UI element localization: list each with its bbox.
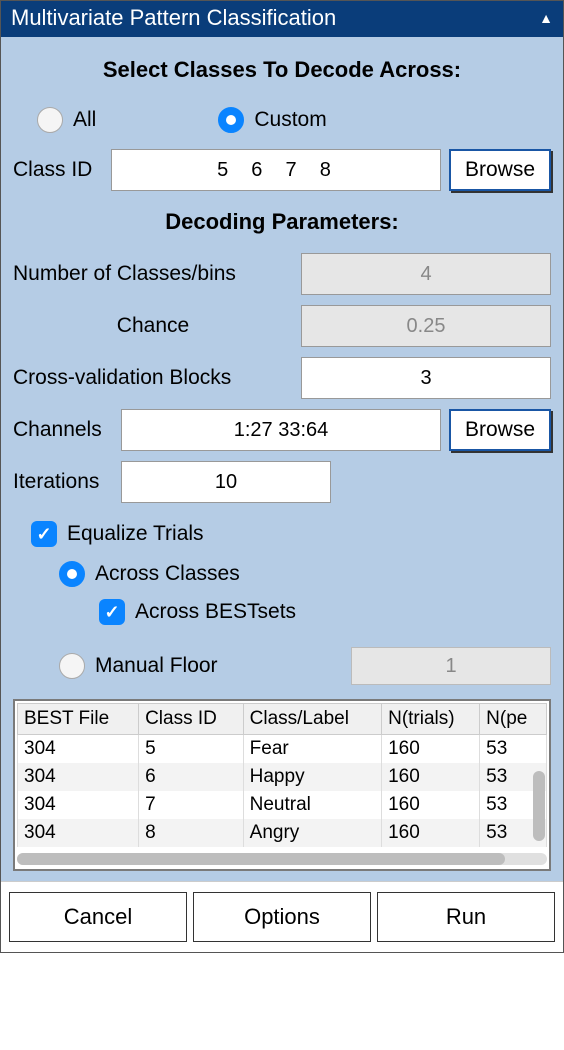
class-id-browse-button[interactable]: Browse xyxy=(449,149,551,191)
radio-custom-label: Custom xyxy=(254,108,326,132)
manual-floor-radio[interactable] xyxy=(59,653,85,679)
table-vscroll-thumb[interactable] xyxy=(533,771,545,841)
chance-input xyxy=(301,305,551,347)
cv-label: Cross-validation Blocks xyxy=(13,366,293,390)
manual-floor-input xyxy=(351,647,551,685)
window-title: Multivariate Pattern Classification xyxy=(11,5,336,31)
table-row[interactable]: 3046Happy16053 xyxy=(18,763,547,791)
table-cell: Angry xyxy=(243,819,381,847)
manual-floor-label: Manual Floor xyxy=(95,654,218,678)
across-bestsets-check[interactable]: ✓ xyxy=(99,599,125,625)
radio-custom-row[interactable]: Custom xyxy=(218,107,326,133)
chance-label: Chance xyxy=(13,314,293,338)
collapse-icon[interactable]: ▲ xyxy=(539,10,553,26)
across-bestsets-label: Across BESTsets xyxy=(135,600,296,624)
content-panel: Select Classes To Decode Across: All Cus… xyxy=(1,37,563,881)
table-cell: 53 xyxy=(480,735,547,764)
across-bestsets-row[interactable]: ✓ Across BESTsets xyxy=(99,599,551,625)
equalize-trials-check[interactable]: ✓ xyxy=(31,521,57,547)
across-classes-radio[interactable] xyxy=(59,561,85,587)
table-hscroll-thumb[interactable] xyxy=(17,853,505,865)
table-header[interactable]: N(trials) xyxy=(382,704,480,735)
table-hscroll[interactable] xyxy=(17,853,547,865)
radio-all-label: All xyxy=(73,108,96,132)
across-classes-row[interactable]: Across Classes xyxy=(59,561,551,587)
table-header[interactable]: Class/Label xyxy=(243,704,381,735)
params-heading: Decoding Parameters: xyxy=(13,209,551,235)
trials-table-wrap: BEST FileClass IDClass/LabelN(trials)N(p… xyxy=(13,699,551,871)
table-cell: 5 xyxy=(139,735,244,764)
table-cell: 304 xyxy=(18,763,139,791)
channels-input[interactable] xyxy=(121,409,441,451)
radio-all-row[interactable]: All xyxy=(37,107,96,133)
iterations-input[interactable] xyxy=(121,461,331,503)
table-cell: Neutral xyxy=(243,791,381,819)
run-button[interactable]: Run xyxy=(377,892,555,942)
table-cell: 160 xyxy=(382,819,480,847)
cancel-button[interactable]: Cancel xyxy=(9,892,187,942)
options-button[interactable]: Options xyxy=(193,892,371,942)
table-cell: 7 xyxy=(139,791,244,819)
manual-floor-row[interactable]: Manual Floor xyxy=(59,653,218,679)
num-classes-label: Number of Classes/bins xyxy=(13,262,293,286)
table-cell: 8 xyxy=(139,819,244,847)
table-cell: 160 xyxy=(382,791,480,819)
table-row[interactable]: 3045Fear16053 xyxy=(18,735,547,764)
mvpa-window: Multivariate Pattern Classification ▲ Se… xyxy=(0,0,564,953)
channels-label: Channels xyxy=(13,418,113,442)
trials-table[interactable]: BEST FileClass IDClass/LabelN(trials)N(p… xyxy=(17,703,547,847)
table-row[interactable]: 3047Neutral16053 xyxy=(18,791,547,819)
table-header[interactable]: Class ID xyxy=(139,704,244,735)
table-cell: 304 xyxy=(18,735,139,764)
cv-input[interactable] xyxy=(301,357,551,399)
class-id-input[interactable] xyxy=(111,149,441,191)
iterations-label: Iterations xyxy=(13,470,113,494)
num-classes-input xyxy=(301,253,551,295)
class-id-label: Class ID xyxy=(13,158,103,182)
titlebar[interactable]: Multivariate Pattern Classification ▲ xyxy=(1,1,563,37)
across-classes-label: Across Classes xyxy=(95,562,240,586)
equalize-trials-label: Equalize Trials xyxy=(67,522,204,546)
radio-all[interactable] xyxy=(37,107,63,133)
classes-heading: Select Classes To Decode Across: xyxy=(13,57,551,83)
table-cell: Fear xyxy=(243,735,381,764)
table-cell: 304 xyxy=(18,819,139,847)
table-cell: 6 xyxy=(139,763,244,791)
radio-custom[interactable] xyxy=(218,107,244,133)
table-row[interactable]: 3048Angry16053 xyxy=(18,819,547,847)
table-header[interactable]: BEST File xyxy=(18,704,139,735)
table-cell: 160 xyxy=(382,735,480,764)
table-cell: 304 xyxy=(18,791,139,819)
channels-browse-button[interactable]: Browse xyxy=(449,409,551,451)
table-cell: Happy xyxy=(243,763,381,791)
equalize-trials-row[interactable]: ✓ Equalize Trials xyxy=(31,521,551,547)
button-bar: Cancel Options Run xyxy=(1,881,563,952)
table-cell: 160 xyxy=(382,763,480,791)
table-header[interactable]: N(pe xyxy=(480,704,547,735)
